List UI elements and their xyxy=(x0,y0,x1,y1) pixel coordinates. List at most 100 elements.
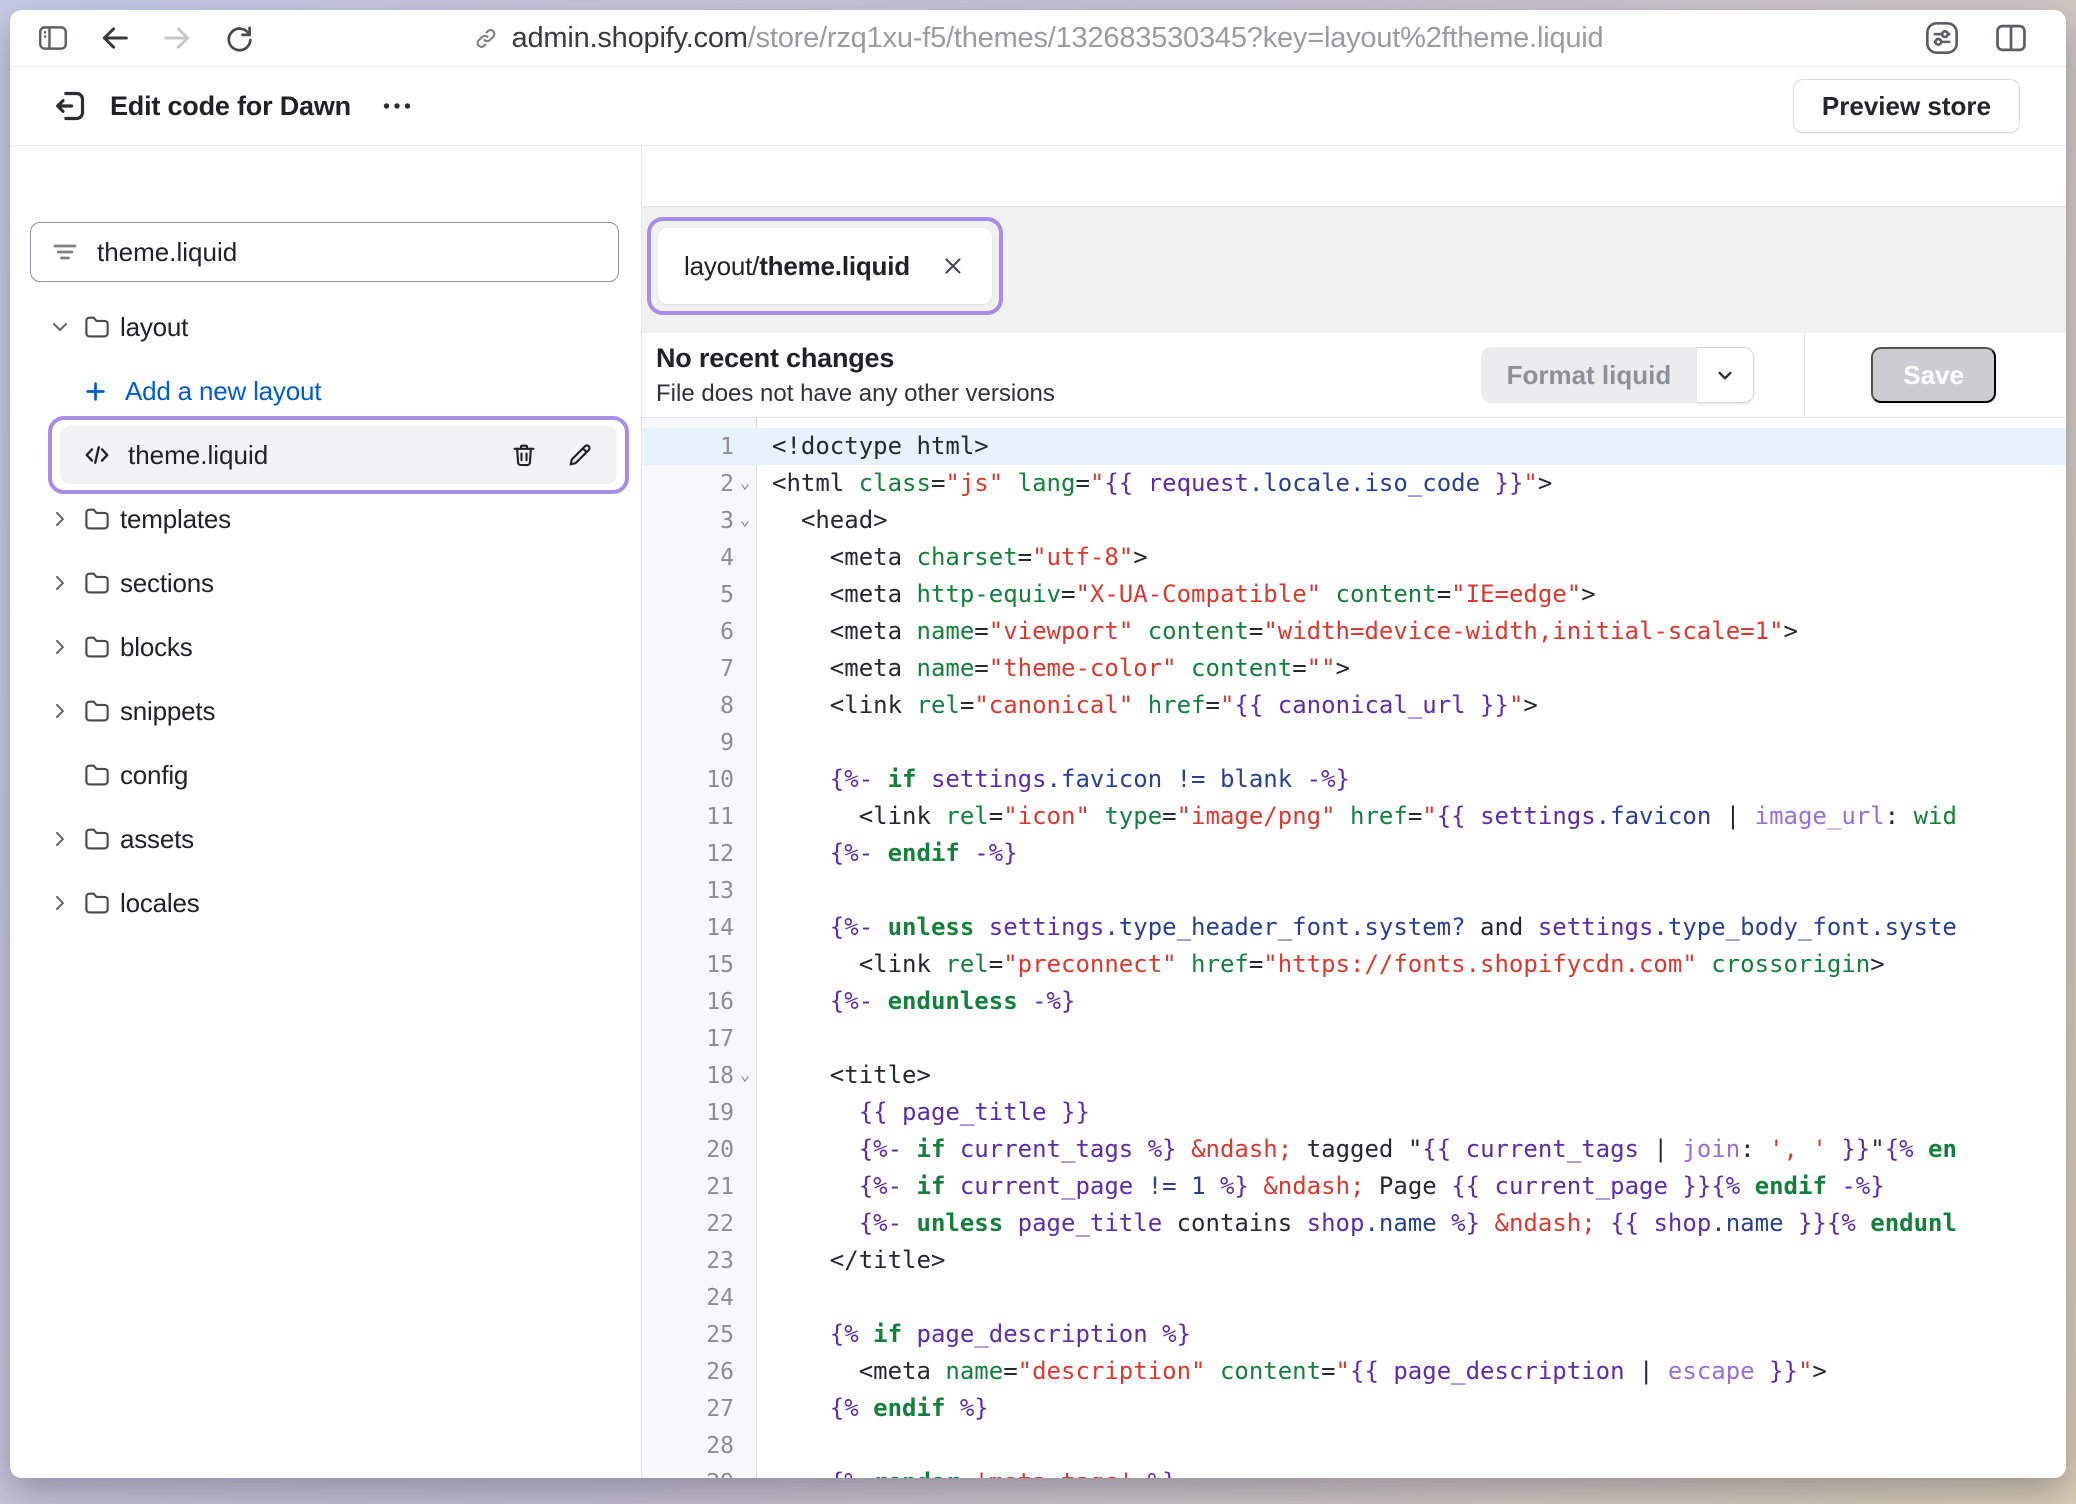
code-line[interactable]: 25 {% if page_description %} xyxy=(642,1316,2066,1353)
code-line[interactable]: 5 <meta http-equiv="X-UA-Compatible" con… xyxy=(642,576,2066,613)
code-line-text[interactable]: <meta name="theme-color" content=""> xyxy=(756,650,2066,687)
code-line-text[interactable] xyxy=(756,724,2066,761)
code-line[interactable]: 29 {% render 'meta-tags' %} xyxy=(642,1464,2066,1478)
code-line-text[interactable]: {%- if settings.favicon != blank -%} xyxy=(756,761,2066,798)
code-line[interactable]: 28 xyxy=(642,1427,2066,1464)
sidebar-item-snippets[interactable]: snippets xyxy=(10,679,641,743)
sidebar-item-blocks[interactable]: blocks xyxy=(10,615,641,679)
code-line[interactable]: 23 </title> xyxy=(642,1242,2066,1279)
line-number: 3⌄ xyxy=(642,502,756,539)
file-search-input[interactable]: theme.liquid xyxy=(30,222,619,282)
line-number: 6 xyxy=(642,613,756,650)
code-line[interactable]: 13 xyxy=(642,872,2066,909)
code-line[interactable]: 2⌄<html class="js" lang="{{ request.loca… xyxy=(642,465,2066,502)
code-line-text[interactable]: {{ page_title }} xyxy=(756,1094,2066,1131)
code-line-text[interactable]: {%- endif -%} xyxy=(756,835,2066,872)
sidebar-item-config[interactable]: config xyxy=(10,743,641,807)
code-line-text[interactable] xyxy=(756,1020,2066,1057)
code-line-text[interactable]: {%- if current_page != 1 %} &ndash; Page… xyxy=(756,1168,2066,1205)
chevron-right-icon[interactable] xyxy=(48,635,82,659)
fold-toggle-icon[interactable]: ⌄ xyxy=(734,1057,756,1094)
code-line-text[interactable]: <meta name="viewport" content="width=dev… xyxy=(756,613,2066,650)
code-line[interactable]: 24 xyxy=(642,1279,2066,1316)
address-bar[interactable]: admin.shopify.com/store/rzq1xu-f5/themes… xyxy=(473,10,1604,66)
code-line-text[interactable]: <meta charset="utf-8"> xyxy=(756,539,2066,576)
code-line-text[interactable] xyxy=(756,1279,2066,1316)
exit-editor-icon[interactable] xyxy=(50,86,90,126)
reload-icon[interactable] xyxy=(222,21,256,55)
code-line-text[interactable]: <link rel="icon" type="image/png" href="… xyxy=(756,798,2066,835)
chevron-right-icon[interactable] xyxy=(48,827,82,851)
code-line-text[interactable]: <!doctype html> xyxy=(756,428,2066,465)
code-line[interactable]: 20 {%- if current_tags %} &ndash; tagged… xyxy=(642,1131,2066,1168)
format-liquid-button[interactable]: Format liquid xyxy=(1481,347,1698,403)
code-line[interactable]: 18⌄ <title> xyxy=(642,1057,2066,1094)
sidebar-toggle-icon[interactable] xyxy=(36,21,70,55)
fold-toggle-icon[interactable]: ⌄ xyxy=(734,465,756,502)
code-line-text[interactable]: {% if page_description %} xyxy=(756,1316,2066,1353)
code-line-text[interactable] xyxy=(756,1427,2066,1464)
code-line-text[interactable]: {%- unless settings.type_header_font.sys… xyxy=(756,909,2066,946)
back-button-icon[interactable] xyxy=(98,21,132,55)
code-line-text[interactable]: </title> xyxy=(756,1242,2066,1279)
code-line-text[interactable]: <link rel="canonical" href="{{ canonical… xyxy=(756,687,2066,724)
preview-store-button[interactable]: Preview store xyxy=(1793,79,2020,133)
code-line-text[interactable]: {%- endunless -%} xyxy=(756,983,2066,1020)
code-editor[interactable]: 1<!doctype html>2⌄<html class="js" lang=… xyxy=(642,418,2066,1478)
code-line[interactable]: 27 {% endif %} xyxy=(642,1390,2066,1427)
code-line[interactable]: 6 <meta name="viewport" content="width=d… xyxy=(642,613,2066,650)
code-line[interactable]: 4 <meta charset="utf-8"> xyxy=(642,539,2066,576)
code-line[interactable]: 17 xyxy=(642,1020,2066,1057)
code-line-text[interactable] xyxy=(756,872,2066,909)
chevron-right-icon[interactable] xyxy=(48,571,82,595)
tab-layout-theme-liquid[interactable]: layout/theme.liquid xyxy=(658,228,992,304)
page-settings-icon[interactable] xyxy=(1922,18,1962,58)
code-line-text[interactable]: <meta name="description" content="{{ pag… xyxy=(756,1353,2066,1390)
sidebar-item-sections[interactable]: sections xyxy=(10,551,641,615)
code-line-text[interactable]: <meta http-equiv="X-UA-Compatible" conte… xyxy=(756,576,2066,613)
delete-file-icon[interactable] xyxy=(509,440,539,470)
code-line-text[interactable]: <html class="js" lang="{{ request.locale… xyxy=(756,465,2066,502)
sidebar-item-assets[interactable]: assets xyxy=(10,807,641,871)
chevron-right-icon[interactable] xyxy=(48,891,82,915)
fold-toggle-icon[interactable]: ⌄ xyxy=(734,502,756,539)
code-line-text[interactable]: <link rel="preconnect" href="https://fon… xyxy=(756,946,2066,983)
code-line-text[interactable]: <title> xyxy=(756,1057,2066,1094)
code-line[interactable]: 19 {{ page_title }} xyxy=(642,1094,2066,1131)
chevron-down-icon[interactable] xyxy=(48,315,82,339)
rename-file-icon[interactable] xyxy=(565,440,595,470)
split-view-icon[interactable] xyxy=(1992,19,2030,57)
code-line-text[interactable]: {% endif %} xyxy=(756,1390,2066,1427)
sidebar-item-templates[interactable]: templates xyxy=(10,487,641,551)
format-options-dropdown[interactable] xyxy=(1697,347,1754,403)
code-line-text[interactable]: {%- if current_tags %} &ndash; tagged "{… xyxy=(756,1131,2066,1168)
code-line[interactable]: 9 xyxy=(642,724,2066,761)
code-line[interactable]: 15 <link rel="preconnect" href="https://… xyxy=(642,946,2066,983)
add-new-layout-button[interactable]: Add a new layout xyxy=(10,359,641,423)
sidebar-item-locales[interactable]: locales xyxy=(10,871,641,935)
code-line[interactable]: 3⌄ <head> xyxy=(642,502,2066,539)
save-button[interactable]: Save xyxy=(1871,347,1996,403)
code-line[interactable]: 26 <meta name="description" content="{{ … xyxy=(642,1353,2066,1390)
code-line[interactable]: 16 {%- endunless -%} xyxy=(642,983,2066,1020)
more-actions-icon[interactable] xyxy=(379,88,415,124)
code-line[interactable]: 22 {%- unless page_title contains shop.n… xyxy=(642,1205,2066,1242)
code-line-text[interactable]: {%- unless page_title contains shop.name… xyxy=(756,1205,2066,1242)
chevron-right-icon[interactable] xyxy=(48,507,82,531)
close-tab-icon[interactable] xyxy=(940,253,966,279)
code-line[interactable]: 7 <meta name="theme-color" content=""> xyxy=(642,650,2066,687)
code-line-text[interactable]: {% render 'meta-tags' %} xyxy=(756,1464,2066,1478)
code-line[interactable]: 10 {%- if settings.favicon != blank -%} xyxy=(642,761,2066,798)
chevron-right-icon[interactable] xyxy=(48,699,82,723)
code-line[interactable]: 11 <link rel="icon" type="image/png" hre… xyxy=(642,798,2066,835)
code-line[interactable]: 1<!doctype html> xyxy=(642,428,2066,465)
code-line[interactable]: 8 <link rel="canonical" href="{{ canonic… xyxy=(642,687,2066,724)
sidebar-item-theme-liquid[interactable]: theme.liquid xyxy=(60,426,617,484)
sidebar-item-theme-liquid-row: theme.liquid xyxy=(10,423,641,487)
code-line[interactable]: 12 {%- endif -%} xyxy=(642,835,2066,872)
sidebar-item-layout[interactable]: layout xyxy=(10,295,641,359)
code-line[interactable]: 14 {%- unless settings.type_header_font.… xyxy=(642,909,2066,946)
code-line[interactable]: 21 {%- if current_page != 1 %} &ndash; P… xyxy=(642,1168,2066,1205)
sidebar-item-label: templates xyxy=(120,504,231,535)
code-line-text[interactable]: <head> xyxy=(756,502,2066,539)
